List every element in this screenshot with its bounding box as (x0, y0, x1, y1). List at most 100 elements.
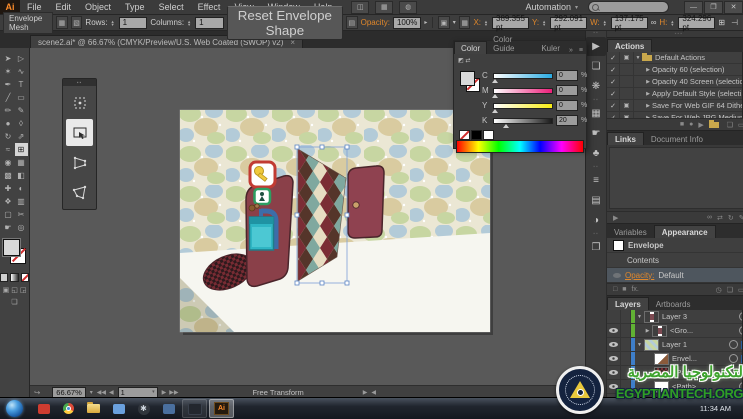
yellow-value[interactable]: 0 (556, 100, 578, 111)
dock-pathfinder-icon[interactable]: ❋ (586, 77, 606, 96)
blend-tool[interactable]: ◐ (15, 182, 28, 195)
black-swatch[interactable] (471, 130, 482, 140)
draw-behind-icon[interactable]: ◱ (11, 286, 18, 294)
delete-item-icon[interactable]: ▭ (738, 286, 743, 294)
color-mode-button[interactable] (0, 273, 8, 282)
relink-icon[interactable]: ∞ (707, 214, 712, 221)
first-artboard-icon[interactable]: ◀◀ (97, 389, 106, 396)
tab-layers[interactable]: Layers (607, 297, 649, 310)
taskbar-explorer-icon[interactable] (82, 400, 105, 417)
y-field[interactable]: 292.091 pt (550, 17, 587, 29)
style-dropdown-arrow-icon[interactable]: ▾ (453, 19, 456, 26)
taskbar-document-icon[interactable] (107, 400, 130, 417)
cyan-slider[interactable] (493, 73, 553, 79)
bridge-icon[interactable]: ◫ (351, 1, 369, 14)
panel-collapse-icon[interactable]: » (566, 47, 576, 54)
tab-color-guide[interactable]: Color Guide (487, 33, 535, 54)
appearance-row-selected[interactable]: Opacity: Default (607, 268, 743, 283)
magenta-value[interactable]: 0 (556, 85, 578, 96)
visibility-toggle[interactable] (607, 380, 621, 393)
status-back-icon[interactable]: ◀ (371, 389, 376, 396)
record-icon[interactable]: ● (689, 121, 693, 128)
free-distort-button[interactable] (66, 179, 93, 206)
symbol-sprayer-tool[interactable]: ❖ (2, 195, 15, 208)
w-stepper[interactable]: ▲▼ (603, 20, 607, 26)
menu-select[interactable]: Select (152, 0, 191, 14)
zoom-tool[interactable]: ◎ (15, 221, 28, 234)
layer-name[interactable]: <Gro... (670, 326, 739, 335)
layer-thumbnail[interactable] (644, 339, 659, 351)
prev-artboard-icon[interactable]: ◀ (109, 389, 114, 396)
panel-menu-icon[interactable]: ≡ (576, 47, 586, 54)
dock-layers-icon[interactable]: ❐ (586, 238, 606, 257)
magenta-slider[interactable] (493, 88, 553, 94)
taskbar-media-app-icon[interactable] (32, 400, 55, 417)
hand-tool[interactable]: ☛ (2, 221, 15, 234)
new-stroke-icon[interactable]: □ (613, 286, 617, 293)
style-dropdown-icon[interactable]: ▣ (438, 16, 450, 29)
screen-mode-icon[interactable]: ❏ (11, 298, 17, 306)
search-input[interactable] (588, 1, 669, 13)
play-arrow-icon[interactable]: ▶ (644, 103, 652, 109)
h-stepper[interactable]: ▲▼ (670, 20, 674, 26)
artboard-tool[interactable]: ▢ (2, 208, 15, 221)
layer-row[interactable]: ▶ <Gro... (607, 324, 743, 338)
graph-tool[interactable]: ▥ (15, 195, 28, 208)
restore-button[interactable]: ❐ (704, 1, 723, 14)
tab-kuler[interactable]: Kuler (535, 42, 566, 54)
next-artboard-icon[interactable]: ▶ (162, 389, 167, 396)
draw-normal-icon[interactable]: ▣ (3, 286, 10, 294)
columns-field[interactable]: 1 (195, 17, 224, 29)
slice-tool[interactable]: ✂ (15, 208, 28, 221)
status-play-icon[interactable]: ▶ (363, 389, 368, 396)
share-icon[interactable]: ↪ (34, 388, 40, 397)
direct-selection-tool[interactable]: ▷ (15, 52, 28, 65)
expand-arrow-icon[interactable]: ▼ (635, 342, 644, 348)
gradient-mode-button[interactable] (10, 273, 18, 282)
fill-color-swatch[interactable] (3, 239, 20, 256)
lock-toggle[interactable] (621, 380, 631, 393)
dock-symbols-icon[interactable]: ♣ (586, 144, 606, 163)
new-set-icon[interactable] (709, 122, 719, 128)
black-value[interactable]: 20 (556, 115, 578, 126)
constrain-button[interactable] (66, 89, 93, 116)
layer-thumbnail[interactable] (652, 325, 667, 337)
columns-stepper[interactable]: ▲▼ (187, 20, 191, 26)
dock-artboards-icon[interactable]: ▦ (586, 104, 606, 123)
visibility-toggle[interactable] (607, 324, 621, 337)
transform-icon[interactable]: ⊞ (718, 18, 725, 27)
reference-point-icon[interactable]: ▦ (459, 16, 471, 29)
layer-thumbnail[interactable] (654, 381, 669, 393)
duplicate-item-icon[interactable]: ❏ (727, 286, 733, 294)
collapse-options-icon[interactable]: ⊣ (731, 18, 738, 27)
tab-actions[interactable]: Actions (607, 39, 652, 52)
visibility-toggle[interactable] (607, 366, 621, 379)
workspace-arrow-icon[interactable]: ▾ (575, 4, 578, 11)
dock-transparency-icon[interactable]: ◑ (586, 211, 606, 230)
yellow-slider[interactable] (493, 103, 553, 109)
delete-action-icon[interactable]: ▭ (738, 121, 743, 129)
lock-toggle[interactable] (621, 338, 631, 351)
none-mode-button[interactable] (21, 273, 29, 282)
tab-color[interactable]: Color (454, 41, 487, 54)
action-row[interactable]: ✓ ▶ Opacity 40 Screen (selection) (607, 76, 743, 88)
action-row[interactable]: ✓ ▣ ▶ Save For Web GIF 64 Dithe... (607, 100, 743, 112)
new-action-icon[interactable]: ❏ (727, 121, 733, 129)
perspective-grid-tool[interactable]: ▦ (15, 156, 28, 169)
dialog-toggle-empty[interactable] (620, 88, 634, 99)
type-tool[interactable]: T (15, 78, 28, 91)
scale-tool[interactable]: ⇗ (15, 130, 28, 143)
expand-arrow-icon[interactable]: ▼ (635, 314, 644, 320)
taskbar-photos-icon[interactable] (157, 400, 180, 417)
taskbar-utility-icon[interactable] (182, 399, 207, 418)
play-arrow-icon[interactable]: ▶ (644, 91, 652, 97)
reset-envelope-shape-button[interactable]: Reset Envelope Shape (227, 6, 343, 40)
dialog-toggle-icon[interactable]: ▣ (620, 100, 634, 111)
dock-gradient-icon[interactable]: ▤ (586, 191, 606, 210)
pencil-tool[interactable]: ✎ (15, 104, 28, 117)
layer-name[interactable]: <Path> (672, 382, 739, 391)
expand-arrow-icon[interactable]: ▼ (634, 55, 642, 61)
stop-icon[interactable]: ■ (680, 121, 684, 128)
layer-thumbnail[interactable] (644, 311, 659, 323)
taskbar-illustrator-icon[interactable]: Ai (209, 399, 234, 418)
